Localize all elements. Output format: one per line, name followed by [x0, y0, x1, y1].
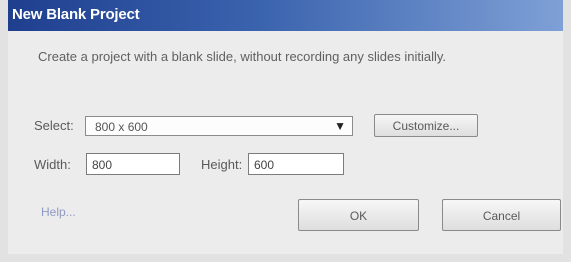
help-link[interactable]: Help...: [41, 205, 76, 219]
select-label: Select:: [34, 118, 74, 133]
width-field[interactable]: 800: [86, 153, 180, 175]
dialog-title: New Blank Project: [12, 6, 140, 23]
dropdown-arrow-icon: ▼: [334, 119, 346, 133]
cancel-button-label: Cancel: [482, 209, 521, 223]
height-field[interactable]: 600: [248, 153, 344, 175]
cancel-button[interactable]: Cancel: [442, 199, 561, 231]
ok-button-label: OK: [349, 209, 368, 223]
size-preset-value: 800 x 600: [95, 120, 148, 134]
customize-button-label: Customize...: [392, 119, 460, 133]
title-bar[interactable]: New Blank Project: [8, 0, 563, 31]
customize-button[interactable]: Customize...: [374, 114, 478, 137]
width-label: Width:: [34, 157, 71, 172]
ok-button[interactable]: OK: [298, 199, 419, 231]
height-label: Height:: [201, 157, 243, 172]
size-preset-dropdown[interactable]: 800 x 600 ▼: [85, 116, 353, 136]
description-text: Create a project with a blank slide, wit…: [38, 49, 447, 64]
new-blank-project-dialog: New Blank Project Create a project with …: [0, 0, 571, 262]
